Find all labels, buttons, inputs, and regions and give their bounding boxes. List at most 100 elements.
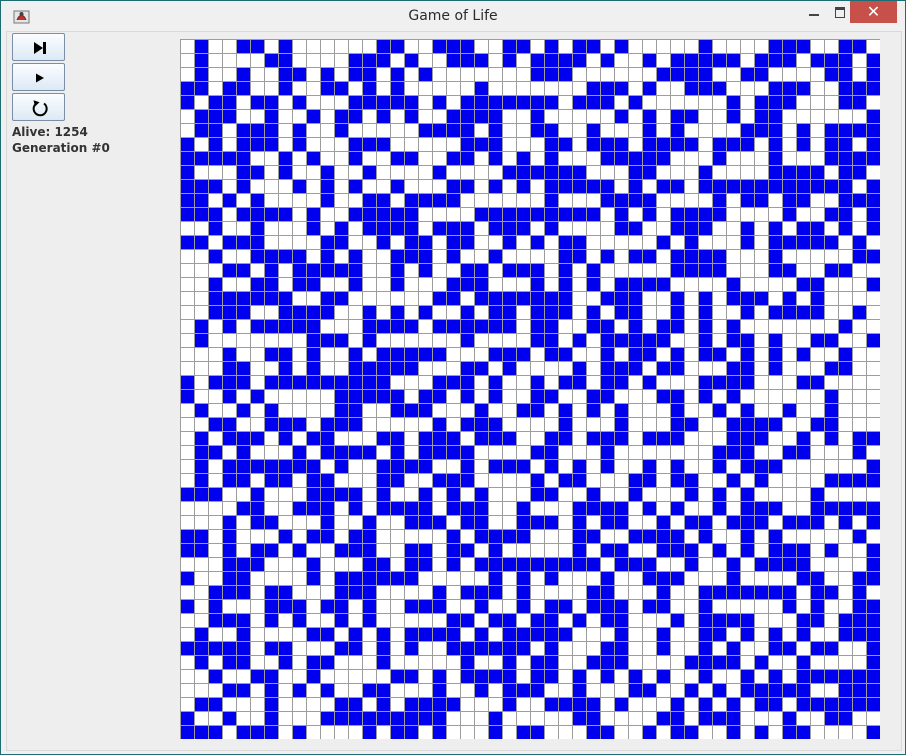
cell-alive[interactable]: [783, 306, 796, 319]
cell-dead[interactable]: [419, 320, 432, 333]
cell-alive[interactable]: [517, 726, 530, 739]
cell-dead[interactable]: [531, 586, 544, 599]
cell-dead[interactable]: [321, 362, 334, 375]
cell-alive[interactable]: [447, 558, 460, 571]
cell-alive[interactable]: [713, 194, 726, 207]
cell-dead[interactable]: [461, 432, 474, 445]
cell-dead[interactable]: [391, 558, 404, 571]
cell-dead[interactable]: [587, 544, 600, 557]
cell-alive[interactable]: [559, 208, 572, 221]
cell-alive[interactable]: [377, 572, 390, 585]
cell-dead[interactable]: [755, 250, 768, 263]
cell-alive[interactable]: [867, 222, 880, 235]
cell-dead[interactable]: [797, 642, 810, 655]
cell-alive[interactable]: [293, 600, 306, 613]
cell-alive[interactable]: [349, 208, 362, 221]
cell-dead[interactable]: [587, 628, 600, 641]
cell-alive[interactable]: [797, 558, 810, 571]
cell-alive[interactable]: [867, 642, 880, 655]
cell-alive[interactable]: [209, 222, 222, 235]
cell-dead[interactable]: [671, 40, 684, 53]
cell-dead[interactable]: [405, 432, 418, 445]
cell-dead[interactable]: [405, 124, 418, 137]
cell-alive[interactable]: [279, 166, 292, 179]
cell-alive[interactable]: [853, 614, 866, 627]
cell-alive[interactable]: [223, 530, 236, 543]
cell-dead[interactable]: [643, 222, 656, 235]
cell-dead[interactable]: [629, 82, 642, 95]
cell-dead[interactable]: [643, 292, 656, 305]
cell-alive[interactable]: [195, 194, 208, 207]
cell-alive[interactable]: [741, 460, 754, 473]
cell-dead[interactable]: [811, 264, 824, 277]
cell-dead[interactable]: [517, 474, 530, 487]
cell-alive[interactable]: [657, 572, 670, 585]
cell-dead[interactable]: [853, 264, 866, 277]
cell-alive[interactable]: [825, 264, 838, 277]
cell-dead[interactable]: [349, 40, 362, 53]
cell-dead[interactable]: [265, 628, 278, 641]
cell-dead[interactable]: [573, 278, 586, 291]
cell-dead[interactable]: [615, 712, 628, 725]
cell-dead[interactable]: [335, 278, 348, 291]
cell-dead[interactable]: [265, 656, 278, 669]
cell-alive[interactable]: [475, 96, 488, 109]
cell-dead[interactable]: [657, 558, 670, 571]
cell-alive[interactable]: [657, 180, 670, 193]
cell-dead[interactable]: [419, 334, 432, 347]
cell-alive[interactable]: [839, 180, 852, 193]
cell-dead[interactable]: [657, 474, 670, 487]
cell-dead[interactable]: [573, 82, 586, 95]
cell-alive[interactable]: [293, 138, 306, 151]
cell-alive[interactable]: [601, 642, 614, 655]
cell-alive[interactable]: [531, 320, 544, 333]
cell-dead[interactable]: [433, 460, 446, 473]
cell-alive[interactable]: [405, 670, 418, 683]
cell-alive[interactable]: [685, 684, 698, 697]
cell-alive[interactable]: [265, 726, 278, 739]
cell-dead[interactable]: [321, 460, 334, 473]
cell-dead[interactable]: [545, 684, 558, 697]
cell-dead[interactable]: [377, 614, 390, 627]
cell-dead[interactable]: [643, 628, 656, 641]
cell-dead[interactable]: [475, 124, 488, 137]
cell-dead[interactable]: [755, 222, 768, 235]
cell-dead[interactable]: [573, 194, 586, 207]
cell-dead[interactable]: [279, 488, 292, 501]
cell-dead[interactable]: [503, 250, 516, 263]
cell-dead[interactable]: [587, 446, 600, 459]
cell-dead[interactable]: [209, 264, 222, 277]
cell-dead[interactable]: [853, 642, 866, 655]
cell-alive[interactable]: [181, 96, 194, 109]
cell-alive[interactable]: [727, 376, 740, 389]
cell-dead[interactable]: [195, 390, 208, 403]
cell-alive[interactable]: [419, 348, 432, 361]
cell-dead[interactable]: [671, 586, 684, 599]
cell-alive[interactable]: [461, 418, 474, 431]
cell-alive[interactable]: [307, 432, 320, 445]
cell-dead[interactable]: [279, 614, 292, 627]
cell-alive[interactable]: [363, 544, 376, 557]
cell-dead[interactable]: [825, 516, 838, 529]
cell-alive[interactable]: [601, 334, 614, 347]
cell-dead[interactable]: [293, 558, 306, 571]
cell-dead[interactable]: [615, 446, 628, 459]
cell-alive[interactable]: [293, 264, 306, 277]
cell-dead[interactable]: [461, 726, 474, 739]
cell-alive[interactable]: [713, 54, 726, 67]
cell-alive[interactable]: [279, 376, 292, 389]
cell-alive[interactable]: [545, 292, 558, 305]
cell-alive[interactable]: [195, 530, 208, 543]
cell-dead[interactable]: [699, 418, 712, 431]
cell-dead[interactable]: [433, 306, 446, 319]
cell-dead[interactable]: [307, 54, 320, 67]
cell-alive[interactable]: [279, 348, 292, 361]
cell-alive[interactable]: [279, 362, 292, 375]
cell-dead[interactable]: [419, 362, 432, 375]
cell-alive[interactable]: [671, 698, 684, 711]
cell-dead[interactable]: [377, 544, 390, 557]
cell-alive[interactable]: [587, 698, 600, 711]
cell-dead[interactable]: [839, 642, 852, 655]
cell-alive[interactable]: [573, 96, 586, 109]
cell-alive[interactable]: [629, 166, 642, 179]
